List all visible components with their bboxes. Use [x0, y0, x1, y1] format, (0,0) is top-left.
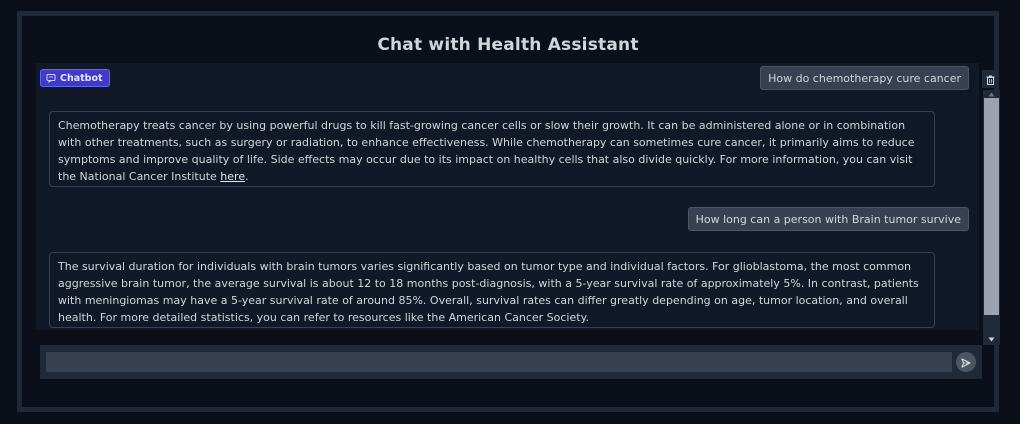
user-message-text: How long can a person with Brain tumor s… — [695, 212, 961, 226]
scroll-down-icon[interactable] — [983, 335, 1000, 344]
chat-scrollbar[interactable] — [983, 90, 1000, 345]
send-icon — [961, 353, 971, 372]
assistant-message-text: The survival duration for individuals wi… — [58, 260, 919, 324]
app-frame: Chat with Health Assistant Chatbot How d… — [17, 11, 1000, 412]
user-message: How long can a person with Brain tumor s… — [687, 207, 969, 231]
assistant-message-trailing: . — [245, 170, 249, 183]
assistant-message: The survival duration for individuals wi… — [49, 252, 935, 328]
chat-history: Chatbot How do chemotherapy cure cancer … — [36, 63, 979, 330]
scroll-thumb[interactable] — [984, 98, 999, 315]
chat-icon — [46, 73, 56, 83]
message-input[interactable] — [46, 352, 952, 372]
assistant-message-text: Chemotherapy treats cancer by using powe… — [58, 119, 915, 183]
user-message: How do chemotherapy cure cancer — [760, 66, 969, 90]
user-message-text: How do chemotherapy cure cancer — [768, 71, 961, 85]
reference-link[interactable]: here — [220, 170, 245, 183]
send-button[interactable] — [956, 352, 976, 372]
clear-chat-button[interactable] — [982, 70, 998, 88]
trash-icon — [986, 70, 995, 89]
chatbot-label: Chatbot — [40, 69, 110, 87]
message-input-row — [40, 345, 982, 379]
page-title: Chat with Health Assistant — [377, 35, 639, 55]
assistant-message: Chemotherapy treats cancer by using powe… — [49, 111, 935, 187]
chatbot-label-text: Chatbot — [60, 72, 103, 84]
